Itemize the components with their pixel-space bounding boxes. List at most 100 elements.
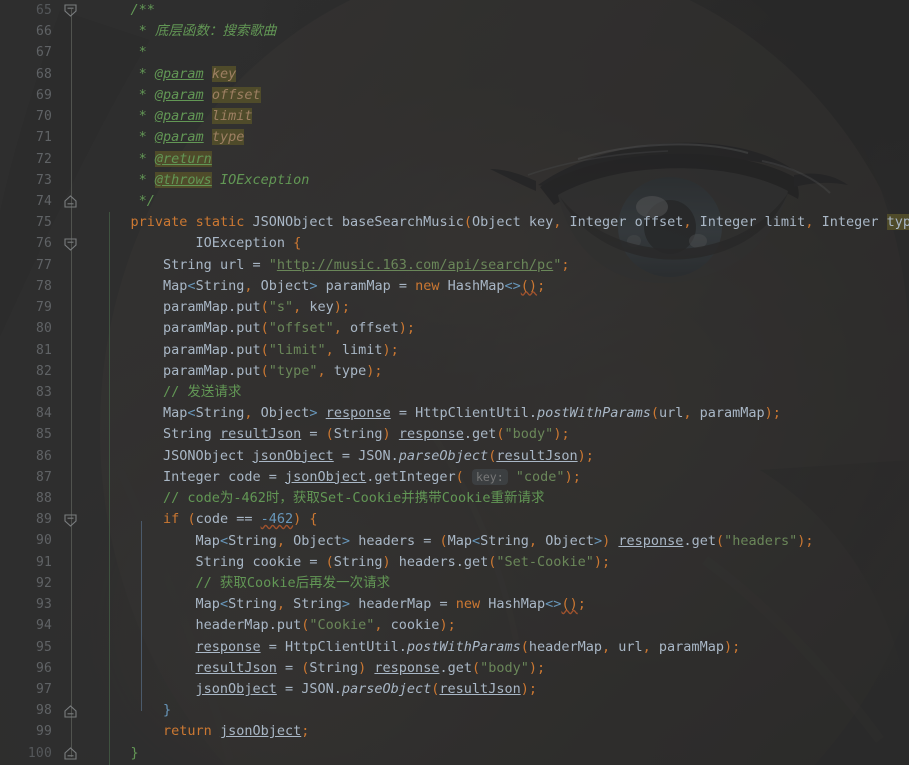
- code-editor[interactable]: 65 66 67 68 69 70 71 72 73 74 75 76 77 78 79 80 81 82 83 84…: [0, 0, 909, 765]
- code-line-99[interactable]: return jsonObject;: [98, 721, 909, 742]
- code-token: {: [309, 511, 318, 528]
- code-line-96[interactable]: resultJson = (String) response.get("body…: [98, 658, 909, 679]
- code-token: limit: [756, 214, 806, 231]
- code-token: ;: [577, 596, 586, 613]
- code-folding-column[interactable]: [60, 0, 82, 765]
- code-token: cookie =: [244, 553, 326, 570]
- code-line-94[interactable]: headerMap.put("Cookie", cookie);: [98, 615, 909, 636]
- code-token: >: [309, 405, 318, 422]
- code-token: >: [341, 596, 351, 613]
- code-token: */: [98, 192, 155, 209]
- code-line-78[interactable]: Map<String, Object> paramMap = new HashM…: [98, 276, 909, 297]
- code-token: (): [561, 596, 578, 613]
- code-line-80[interactable]: paramMap.put("offset", offset);: [98, 318, 909, 339]
- line-number-99: 99: [35, 724, 52, 740]
- code-line-87[interactable]: Integer code = jsonObject.getInteger( ke…: [98, 467, 909, 488]
- code-line-91[interactable]: String cookie = (String) headers.get("Se…: [98, 552, 909, 573]
- code-line-83[interactable]: // 发送请求: [98, 382, 909, 403]
- code-token: paramMap: [691, 405, 765, 422]
- code-line-76[interactable]: IOException {: [98, 233, 909, 254]
- literal-negative-462: -462: [260, 511, 294, 528]
- code-token: (: [463, 214, 472, 231]
- code-token: <: [187, 277, 196, 294]
- code-line-100[interactable]: }: [98, 743, 909, 764]
- code-line-95[interactable]: response = HttpClientUtil.postWithParams…: [98, 637, 909, 658]
- javadoc-tag-param: @param: [154, 129, 204, 146]
- method-postwithparams: postWithParams: [537, 405, 651, 422]
- line-number-100: 100: [27, 745, 52, 761]
- code-line-69[interactable]: * @param offset: [98, 85, 909, 106]
- code-line-88[interactable]: // code为-462时，获取Set-Cookie并携带Cookie重新请求: [98, 488, 909, 509]
- code-line-65[interactable]: /**: [98, 0, 909, 21]
- code-token: Integer: [569, 214, 627, 231]
- inlay-hint-key[interactable]: key:: [471, 468, 508, 485]
- fold-marker-line-98[interactable]: [63, 704, 78, 719]
- fold-marker-line-65[interactable]: [63, 3, 78, 18]
- code-token: <>: [545, 596, 562, 613]
- code-token: getInteger: [374, 468, 456, 485]
- code-line-86[interactable]: JSONObject jsonObject = JSON.parseObject…: [98, 446, 909, 467]
- line-number-82: 82: [35, 363, 52, 379]
- code-line-93[interactable]: Map<String, String> headerMap = new Hash…: [98, 594, 909, 615]
- code-line-97[interactable]: jsonObject = JSON.parseObject(resultJson…: [98, 679, 909, 700]
- code-line-73[interactable]: * @throws IOException: [98, 170, 909, 191]
- code-token: >: [593, 532, 603, 549]
- code-token: );: [398, 320, 416, 337]
- code-line-71[interactable]: * @param type: [98, 127, 909, 148]
- code-token: "offset": [268, 320, 334, 337]
- code-line-85[interactable]: String resultJson = (String) response.ge…: [98, 424, 909, 445]
- code-text-area[interactable]: /** * 底层函数：搜索歌曲 * * @param key * @param …: [98, 0, 909, 765]
- code-token: "body": [480, 659, 529, 676]
- method-parseobject: parseObject: [398, 447, 489, 464]
- code-token: Object: [545, 532, 594, 549]
- code-line-81[interactable]: paramMap.put("limit", limit);: [98, 340, 909, 361]
- code-token: String: [333, 426, 383, 443]
- code-token: HashMap: [488, 596, 546, 613]
- code-line-84[interactable]: Map<String, Object> response = HttpClien…: [98, 403, 909, 424]
- line-number-69: 69: [35, 87, 52, 103]
- code-line-72[interactable]: * @return: [98, 149, 909, 170]
- code-token: *: [98, 108, 155, 125]
- variable-jsonobject: jsonObject: [219, 723, 302, 740]
- code-token: get: [447, 659, 472, 676]
- code-token: ,: [642, 638, 651, 655]
- code-line-74[interactable]: */: [98, 191, 909, 212]
- url-literal[interactable]: http://music.163.com/api/search/pc: [277, 257, 553, 273]
- code-line-66[interactable]: * 底层函数：搜索歌曲: [98, 21, 909, 42]
- code-line-89[interactable]: if (code == -462) {: [98, 509, 909, 530]
- code-line-92[interactable]: // 获取Cookie后再发一次请求: [98, 573, 909, 594]
- code-line-70[interactable]: * @param limit: [98, 106, 909, 127]
- code-line-67[interactable]: *: [98, 42, 909, 63]
- line-number-93: 93: [35, 597, 52, 613]
- fold-marker-line-100[interactable]: [63, 746, 78, 761]
- code-token: .: [228, 299, 237, 316]
- code-line-75[interactable]: private static JSONObject baseSearchMusi…: [98, 212, 909, 233]
- code-token: JSONObject: [163, 447, 245, 464]
- type-jsonobject: JSONObject: [252, 214, 334, 231]
- code-token: );: [564, 468, 581, 485]
- code-line-68[interactable]: * @param key: [98, 64, 909, 85]
- code-line-82[interactable]: paramMap.put("type", type);: [98, 361, 909, 382]
- code-line-77[interactable]: String url = "http://music.163.com/api/s…: [98, 255, 909, 276]
- code-token: get: [463, 553, 489, 570]
- code-token: (: [325, 426, 334, 443]
- code-token: ;: [537, 277, 546, 294]
- code-line-98[interactable]: }: [98, 700, 909, 721]
- javadoc-param-offset: offset: [211, 86, 261, 103]
- code-token: ;: [301, 723, 310, 740]
- line-number-97: 97: [35, 682, 52, 697]
- fold-marker-line-76[interactable]: [63, 237, 78, 252]
- code-token: paramMap =: [317, 277, 416, 294]
- editor-gutter[interactable]: 65 66 67 68 69 70 71 72 73 74 75 76 77 78 79 80 81 82 83 84…: [0, 0, 98, 765]
- fold-marker-line-74[interactable]: [63, 194, 78, 209]
- code-line-90[interactable]: Map<String, Object> headers = (Map<Strin…: [98, 531, 909, 552]
- code-line-79[interactable]: paramMap.put("s", key);: [98, 297, 909, 318]
- fold-marker-line-89[interactable]: [63, 513, 78, 528]
